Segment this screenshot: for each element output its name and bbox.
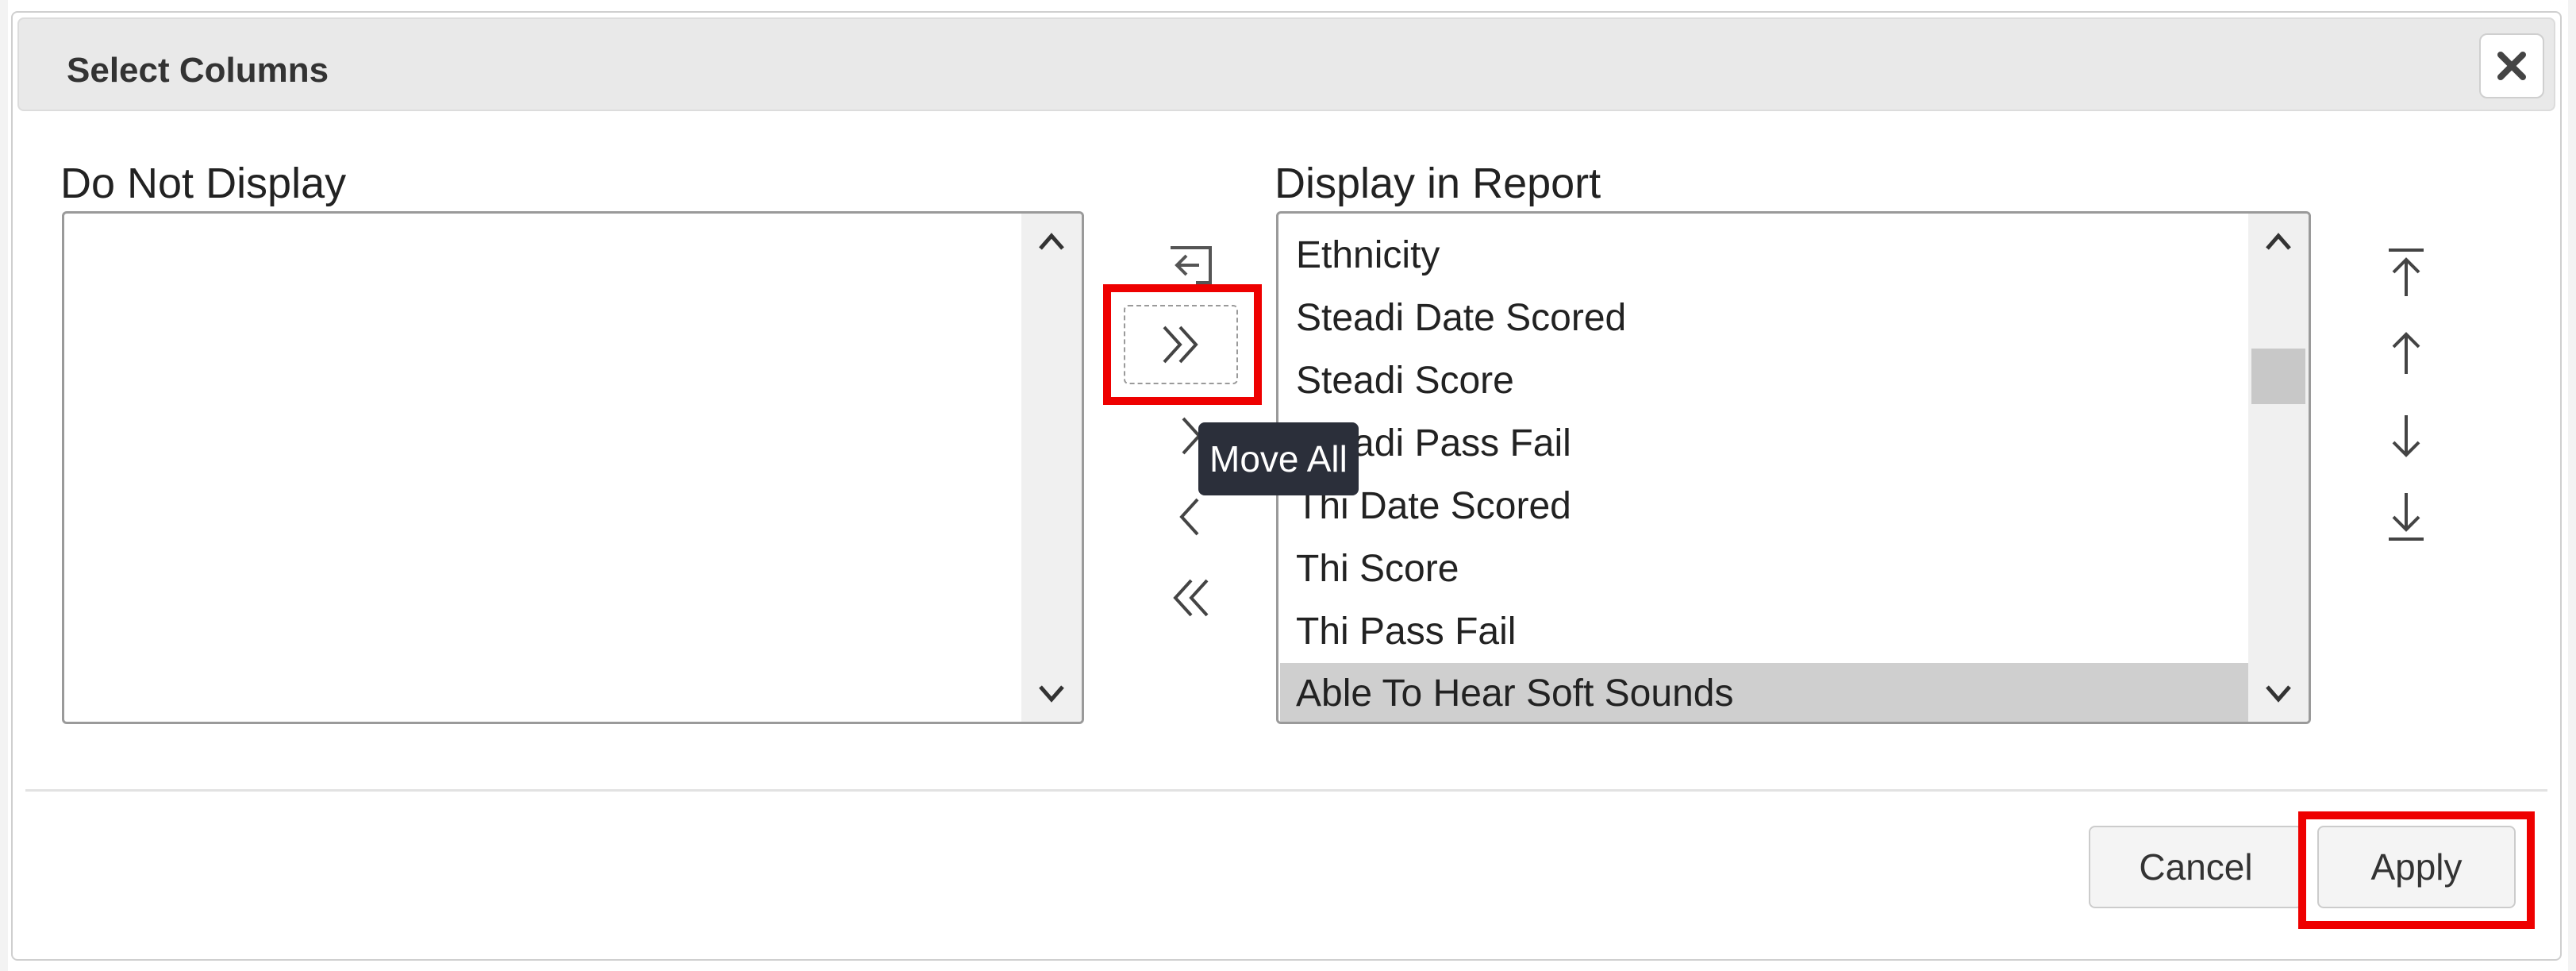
list-item-selected[interactable]: Able To Hear Soft Sounds <box>1280 663 2250 722</box>
list-item[interactable]: Steadi Date Scored <box>1280 287 1626 349</box>
left-scroll-up[interactable] <box>1021 214 1082 269</box>
display-in-report-label: Display in Report <box>1275 160 1601 207</box>
list-item[interactable]: Thi Score <box>1280 538 1459 600</box>
list-item[interactable]: Steadi Score <box>1280 350 1514 412</box>
list-item[interactable]: Ethnicity <box>1280 225 1440 287</box>
chevron-down-icon <box>2266 685 2291 703</box>
arrow-down-icon <box>2392 415 2420 457</box>
chevron-up-icon <box>2266 233 2291 250</box>
move-all-button[interactable] <box>1124 305 1238 384</box>
dialog-title: Select Columns <box>67 51 329 90</box>
display-in-report-list[interactable]: Ethnicity Steadi Date Scored Steadi Scor… <box>1276 211 2311 724</box>
cancel-button[interactable]: Cancel <box>2089 826 2303 908</box>
background-edge-right <box>2568 0 2576 971</box>
footer-divider <box>25 789 2547 792</box>
close-button[interactable] <box>2479 33 2544 98</box>
remove-all-button[interactable] <box>1143 564 1238 632</box>
double-chevron-left-icon <box>1173 579 1209 617</box>
right-scroll-up[interactable] <box>2248 214 2309 269</box>
chevron-left-icon <box>1179 498 1199 536</box>
double-chevron-right-icon <box>1163 326 1198 364</box>
right-scroll-thumb[interactable] <box>2251 349 2305 404</box>
list-item[interactable]: Thi Pass Fail <box>1280 601 1516 663</box>
do-not-display-list[interactable] <box>62 211 1084 724</box>
move-to-bottom-button[interactable] <box>2374 484 2438 548</box>
arrow-up-icon <box>2392 332 2420 374</box>
move-to-top-icon <box>2389 249 2424 296</box>
close-icon <box>2497 52 2526 80</box>
do-not-display-label: Do Not Display <box>60 160 347 207</box>
move-down-button[interactable] <box>2374 403 2438 467</box>
chevron-down-icon <box>1039 685 1064 703</box>
move-to-top-button[interactable] <box>2374 241 2438 305</box>
right-scroll-down[interactable] <box>2248 666 2309 722</box>
background-edge-left <box>0 0 8 971</box>
right-scrollbar[interactable] <box>2248 214 2309 722</box>
left-scroll-down[interactable] <box>1021 666 1082 722</box>
apply-button[interactable]: Apply <box>2317 826 2516 908</box>
move-up-button[interactable] <box>2374 322 2438 386</box>
select-columns-dialog: Select Columns Do Not Display Display in… <box>11 11 2562 961</box>
move-all-tooltip: Move All <box>1198 422 1359 495</box>
dialog-titlebar: Select Columns <box>17 17 2555 111</box>
chevron-up-icon <box>1039 233 1064 250</box>
move-to-bottom-icon <box>2389 493 2424 541</box>
left-scrollbar[interactable] <box>1021 214 1082 722</box>
